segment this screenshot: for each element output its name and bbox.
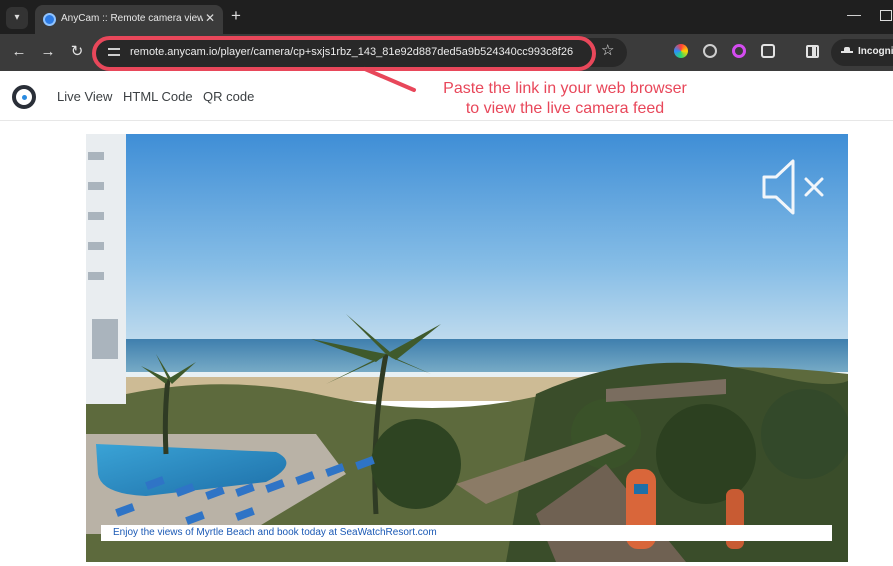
- caption-text: Enjoy the views of Myrtle Beach and book…: [113, 527, 437, 538]
- window-maximize-button[interactable]: [880, 10, 892, 21]
- tab-title: AnyCam :: Remote camera view: [61, 13, 203, 24]
- puzzle-icon[interactable]: [761, 44, 775, 58]
- chevron-down-icon: ▾: [14, 12, 20, 23]
- browser-tab-bar: ▾ AnyCam :: Remote camera view ✕ + —: [0, 0, 893, 34]
- arrow-left-icon: ←: [11, 43, 27, 60]
- star-icon[interactable]: ☆: [601, 41, 614, 59]
- reload-button[interactable]: ↻: [67, 42, 87, 62]
- live-camera-player[interactable]: Enjoy the views of Myrtle Beach and book…: [86, 134, 848, 562]
- extension-color-icon[interactable]: [674, 44, 688, 58]
- annotation-text: Paste the link in your web browser to vi…: [400, 79, 730, 119]
- incognito-indicator[interactable]: Incognito: [831, 39, 893, 66]
- forward-button[interactable]: →: [38, 42, 58, 62]
- side-panel-icon[interactable]: [806, 45, 819, 58]
- speaker-muted-icon[interactable]: [761, 152, 831, 222]
- new-tab-button[interactable]: +: [231, 7, 241, 25]
- anycam-favicon-icon: [43, 13, 56, 26]
- compass-icon[interactable]: [703, 44, 717, 58]
- arrow-right-icon: →: [40, 43, 56, 60]
- annotation-line-2: to view the live camera feed: [465, 100, 665, 117]
- nav-live-view[interactable]: Live View: [57, 89, 112, 104]
- tab-search-button[interactable]: ▾: [6, 7, 28, 29]
- tab-close-icon[interactable]: ✕: [205, 11, 215, 25]
- nav-qr-code[interactable]: QR code: [203, 89, 254, 104]
- incognito-icon: [841, 47, 853, 57]
- url-highlight-annotation: [92, 36, 596, 71]
- nav-html-code[interactable]: HTML Code: [123, 89, 193, 104]
- browser-tab-active[interactable]: AnyCam :: Remote camera view ✕: [35, 5, 223, 34]
- extension-ring-icon[interactable]: [732, 44, 746, 58]
- reload-icon: ↻: [70, 43, 84, 60]
- anycam-logo-icon[interactable]: [12, 85, 36, 109]
- back-button[interactable]: ←: [9, 42, 29, 62]
- camera-feed-image: [86, 134, 848, 562]
- window-minimize-button[interactable]: —: [847, 6, 861, 22]
- annotation-line-1: Paste the link in your web browser: [443, 80, 687, 97]
- incognito-label: Incognito: [858, 46, 893, 57]
- caption-bar: Enjoy the views of Myrtle Beach and book…: [101, 525, 832, 541]
